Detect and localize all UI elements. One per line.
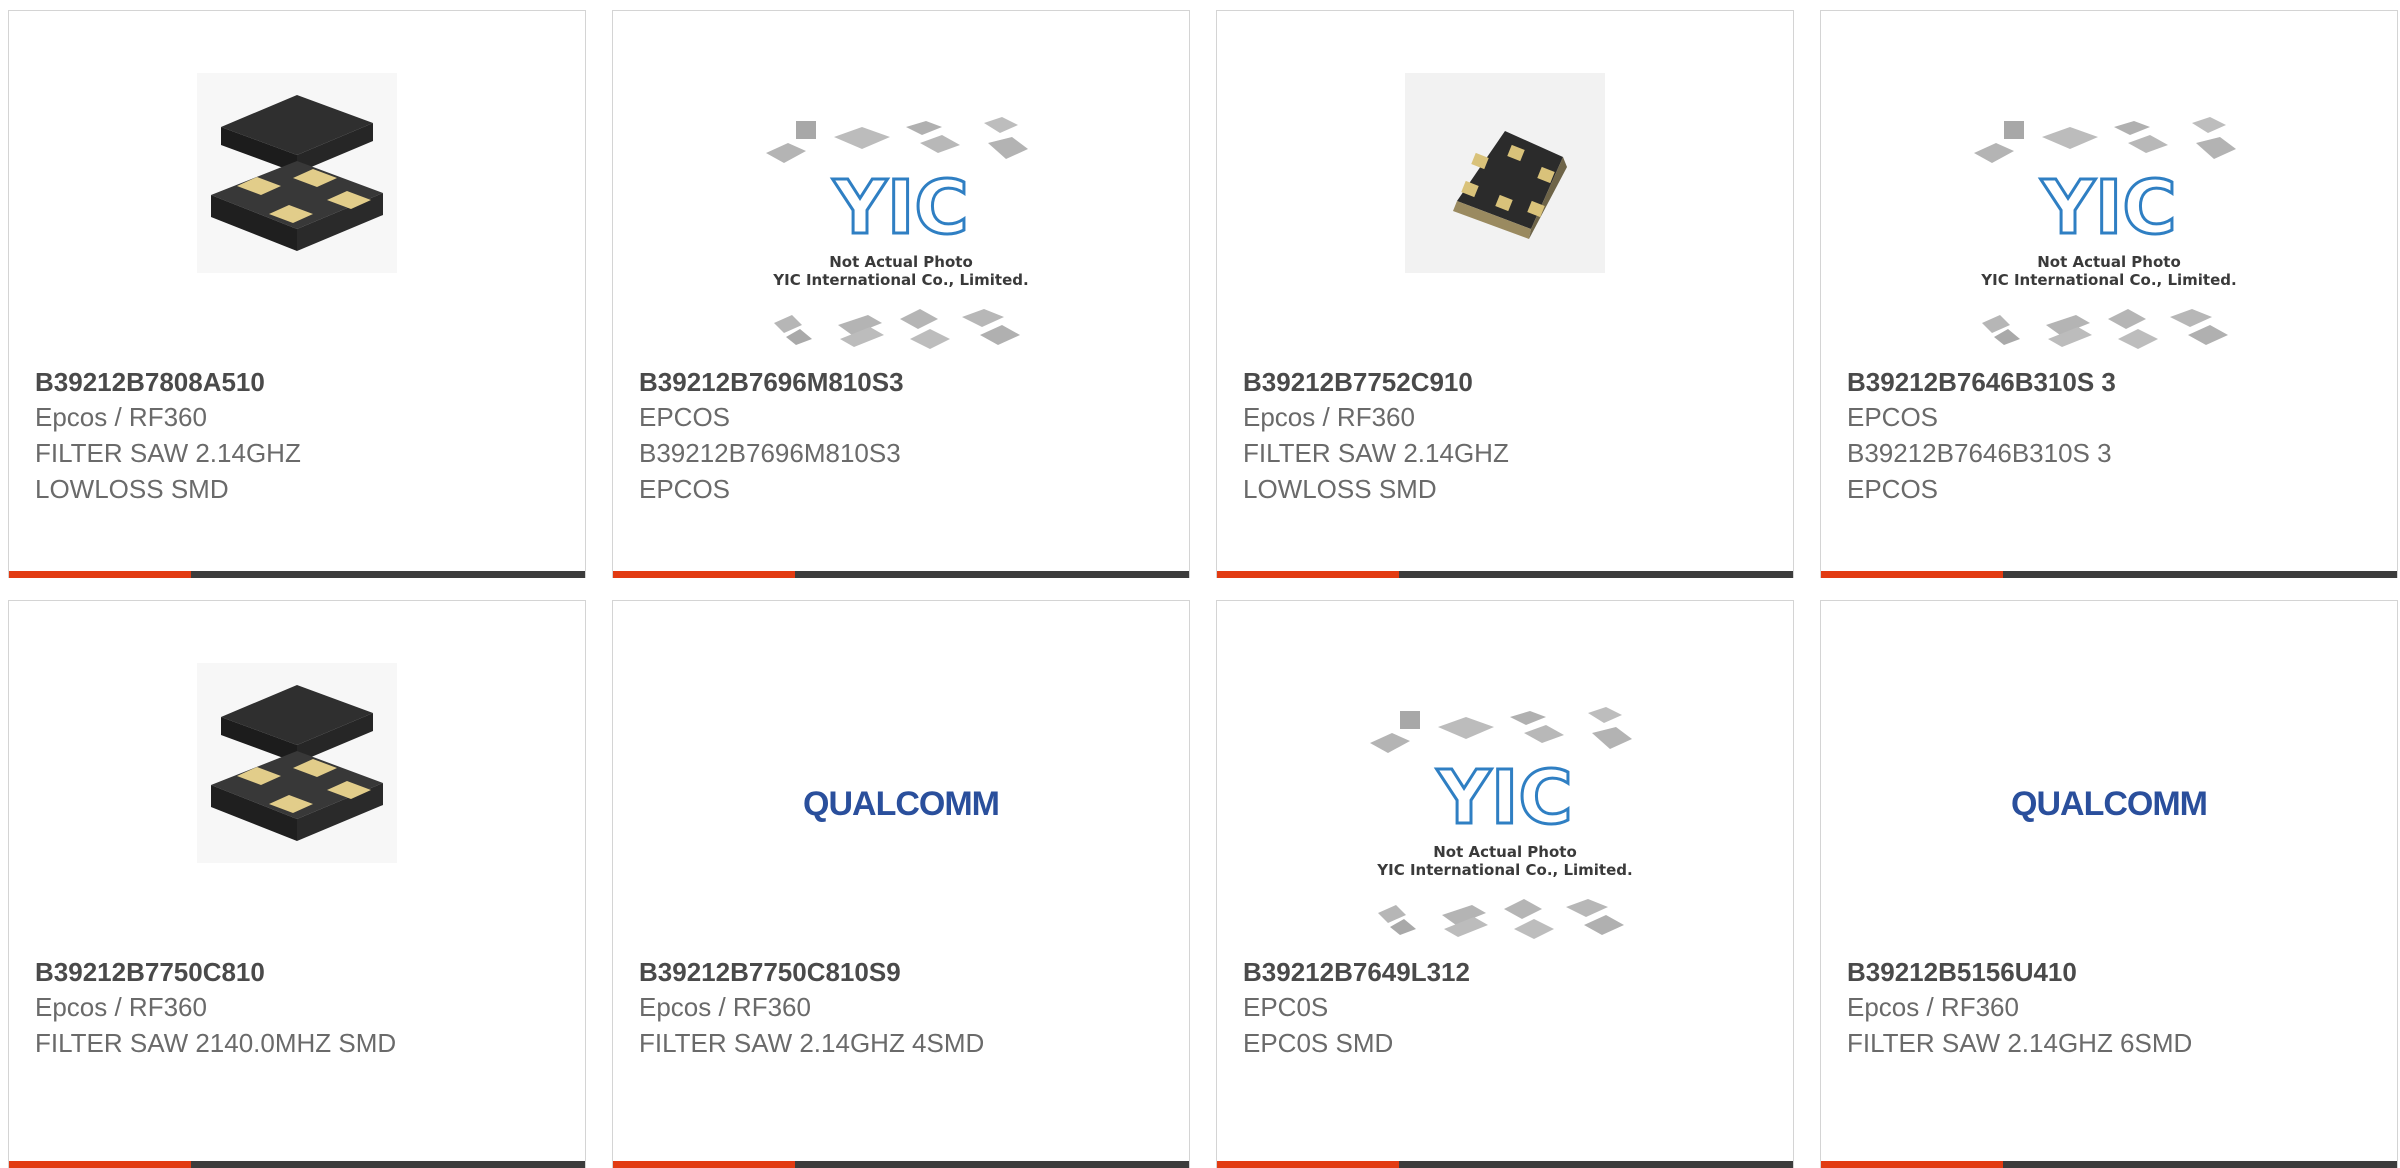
manufacturer-label: Epcos / RF360 (35, 992, 207, 1022)
card-accent-stripe (9, 571, 191, 578)
product-info: B39212B7646B310S 3 EPCOS B39212B7646B310S … (1847, 365, 2377, 507)
saw-filter-4pad-icon (197, 663, 397, 863)
product-image[interactable]: YIC Not Actual Photo YIC International Co.… (1821, 73, 2397, 353)
part-number-link[interactable]: B39212B7808A510 (35, 365, 565, 399)
product-info: B39212B7752C910 Epcos / RF360 FILTER SAW 2… (1243, 365, 1773, 507)
part-number-link[interactable]: B39212B7649L312 (1243, 955, 1773, 989)
placeholder-company: YIC International Co., Limited. (772, 271, 1028, 289)
description-label: FILTER SAW 2140.0MHZ SMD (35, 1028, 397, 1058)
svg-text:QUALCOMM: QUALCOMM (2011, 785, 2207, 823)
qualcomm-logo-icon: QUALCOMM (803, 785, 1000, 823)
product-card[interactable]: QUALCOMM B39212B5156U410 Epcos / RF360 FILT… (1820, 600, 2398, 1168)
product-info: B39212B7649L312 EPC0S EPC0S SMD (1243, 955, 1773, 1061)
product-card[interactable]: YIC Not Actual Photo YIC International Co.… (1216, 600, 1794, 1168)
product-grid: B39212B7808A510 Epcos / RF360 FILTER SAW 2… (0, 0, 2400, 1168)
product-image[interactable]: YIC Not Actual Photo YIC International Co.… (613, 73, 1189, 353)
description-label: B39212B7696M810S3 EPCOS (639, 438, 901, 504)
saw-filter-4pad-icon (197, 73, 397, 273)
card-accent-stripe (1821, 571, 2003, 578)
yic-placeholder-icon: YIC Not Actual PhotoYIC International Co.… (1974, 117, 2237, 349)
svg-text:QUALCOMM: QUALCOMM (803, 785, 999, 823)
description-label: FILTER SAW 2.14GHZ 4SMD (639, 1028, 985, 1058)
card-bottom-bar (613, 571, 1189, 578)
placeholder-company: YIC International Co., Limited. (1376, 861, 1632, 879)
card-bottom-bar (1217, 571, 1793, 578)
part-number-link[interactable]: B39212B7750C810S9 (639, 955, 1169, 989)
card-bottom-bar (1821, 571, 2397, 578)
product-info: B39212B5156U410 Epcos / RF360 FILTER SAW 2… (1847, 955, 2377, 1061)
qualcomm-logo-icon: QUALCOMM (2011, 785, 2208, 823)
yic-logo-icon: YIC (2040, 165, 2176, 251)
card-accent-stripe (1217, 571, 1399, 578)
yic-logo-icon: YIC (1436, 755, 1572, 841)
product-image[interactable] (9, 663, 585, 943)
card-bottom-bar (9, 571, 585, 578)
product-info: B39212B7750C810S9 Epcos / RF360 FILTER SAW… (639, 955, 1169, 1061)
placeholder-company: YIC International Co., Limited. (1980, 271, 2236, 289)
manufacturer-label: EPC0S (1243, 992, 1329, 1022)
product-card[interactable]: QUALCOMM B39212B7750C810S9 Epcos / RF360 FI… (612, 600, 1190, 1168)
product-image[interactable]: QUALCOMM (613, 663, 1189, 943)
manufacturer-label: Epcos / RF360 (1847, 992, 2019, 1022)
product-card[interactable]: YIC Not Actual Photo YIC International Co.… (612, 10, 1190, 578)
product-card[interactable]: B39212B7750C810 Epcos / RF360 FILTER SAW 2… (8, 600, 586, 1168)
placeholder-caption: Not Actual Photo (2037, 253, 2181, 271)
yic-placeholder-icon: YIC Not Actual PhotoYIC International Co.… (1370, 707, 1633, 939)
placeholder-caption: Not Actual Photo (829, 253, 973, 271)
yic-logo-icon: YIC (832, 165, 968, 251)
description-label: EPC0S SMD (1243, 1028, 1394, 1058)
product-info: B39212B7696M810S3 EPCOS B39212B7696M810S3 … (639, 365, 1169, 507)
product-info: B39212B7750C810 Epcos / RF360 FILTER SAW 2… (35, 955, 565, 1061)
saw-filter-6pad-icon (1405, 73, 1605, 273)
product-info: B39212B7808A510 Epcos / RF360 FILTER SAW 2… (35, 365, 565, 507)
product-image[interactable] (1217, 73, 1793, 353)
part-number-link[interactable]: B39212B7696M810S3 (639, 365, 1169, 399)
product-card[interactable]: B39212B7752C910 Epcos / RF360 FILTER SAW 2… (1216, 10, 1794, 578)
part-number-link[interactable]: B39212B5156U410 (1847, 955, 2377, 989)
part-number-link[interactable]: B39212B7750C810 (35, 955, 565, 989)
manufacturer-label: EPCOS (639, 402, 731, 432)
yic-placeholder-icon: YIC Not Actual PhotoYIC International Co.… (766, 117, 1029, 349)
placeholder-caption: Not Actual Photo (1433, 843, 1577, 861)
description-label: B39212B7646B310S 3 EPCOS (1847, 438, 2112, 504)
product-card[interactable]: B39212B7808A510 Epcos / RF360 FILTER SAW 2… (8, 10, 586, 578)
product-card[interactable]: YIC Not Actual Photo YIC International Co.… (1820, 10, 2398, 578)
manufacturer-label: EPCOS (1847, 402, 1939, 432)
manufacturer-label: Epcos / RF360 (639, 992, 811, 1022)
description-label: FILTER SAW 2.14GHZ LOWLOSS SMD (35, 438, 301, 504)
product-image[interactable] (9, 73, 585, 353)
description-label: FILTER SAW 2.14GHZ 6SMD (1847, 1028, 2193, 1058)
card-accent-stripe (613, 571, 795, 578)
product-image[interactable]: YIC Not Actual Photo YIC International Co.… (1217, 663, 1793, 943)
part-number-link[interactable]: B39212B7646B310S 3 (1847, 365, 2377, 399)
description-label: FILTER SAW 2.14GHZ LOWLOSS SMD (1243, 438, 1509, 504)
manufacturer-label: Epcos / RF360 (1243, 402, 1415, 432)
manufacturer-label: Epcos / RF360 (35, 402, 207, 432)
part-number-link[interactable]: B39212B7752C910 (1243, 365, 1773, 399)
product-image[interactable]: QUALCOMM (1821, 663, 2397, 943)
